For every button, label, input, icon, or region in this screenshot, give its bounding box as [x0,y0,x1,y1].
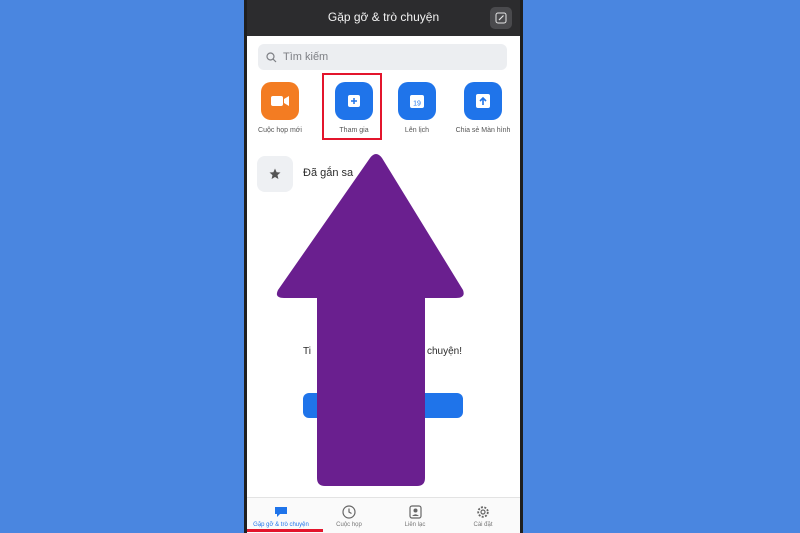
active-tab-indicator [247,529,323,532]
star-icon [257,156,293,192]
app-header: Gặp gỡ & trò chuyện [247,0,520,36]
starred-section[interactable]: Đã gắn sa [257,156,507,192]
empty-state-left: Ti [303,346,311,357]
schedule-button[interactable]: 19 Lên lịch [387,82,447,134]
bottom-tab-bar: Gặp gỡ & trò chuyện Cuộc họp Liên lạc Cà… [247,497,520,533]
video-camera-icon [261,82,299,120]
calendar-icon: 19 [398,82,436,120]
tab-settings-label: Cài đặt [473,522,493,528]
empty-state-right: chuyện! [427,346,463,357]
edit-icon[interactable] [490,7,512,29]
search-input[interactable]: Tìm kiếm [258,44,507,70]
tab-contacts[interactable]: Liên lạc [385,504,445,528]
tab-meetings-label: Cuộc họp [336,522,362,528]
share-screen-label: Chia sẻ Màn hình [455,127,511,134]
action-row: Cuộc họp mới Tham gia 19 Lên lịch Chia s… [247,82,520,140]
search-icon [266,51,277,63]
clock-icon [319,504,379,520]
new-meeting-label: Cuộc họp mới [258,127,302,134]
gear-icon [453,504,513,520]
page-title: Gặp gỡ & trò chuyện [327,10,440,24]
tab-meet-chat[interactable]: Gặp gỡ & trò chuyện [251,504,311,528]
share-screen-button[interactable]: Chia sẻ Màn hình [453,82,513,134]
starred-label: Đã gắn sa [303,167,354,179]
schedule-label: Lên lịch [404,127,430,134]
tab-settings[interactable]: Cài đặt [453,504,513,528]
contacts-icon [385,504,445,520]
tab-meet-chat-label: Gặp gỡ & trò chuyện [253,522,309,528]
new-meeting-button[interactable]: Cuộc họp mới [250,82,310,134]
calendar-day: 19 [413,101,421,108]
start-chat-button[interactable] [303,393,463,418]
search-placeholder: Tìm kiếm [283,51,329,63]
chat-icon [251,504,311,520]
tab-meetings[interactable]: Cuộc họp [319,504,379,528]
tab-contacts-label: Liên lạc [404,522,426,528]
share-screen-icon [464,82,502,120]
join-highlight-box [322,73,382,140]
phone-screen: Gặp gỡ & trò chuyện Tìm kiếm Cuộc họp mớ… [247,0,520,533]
